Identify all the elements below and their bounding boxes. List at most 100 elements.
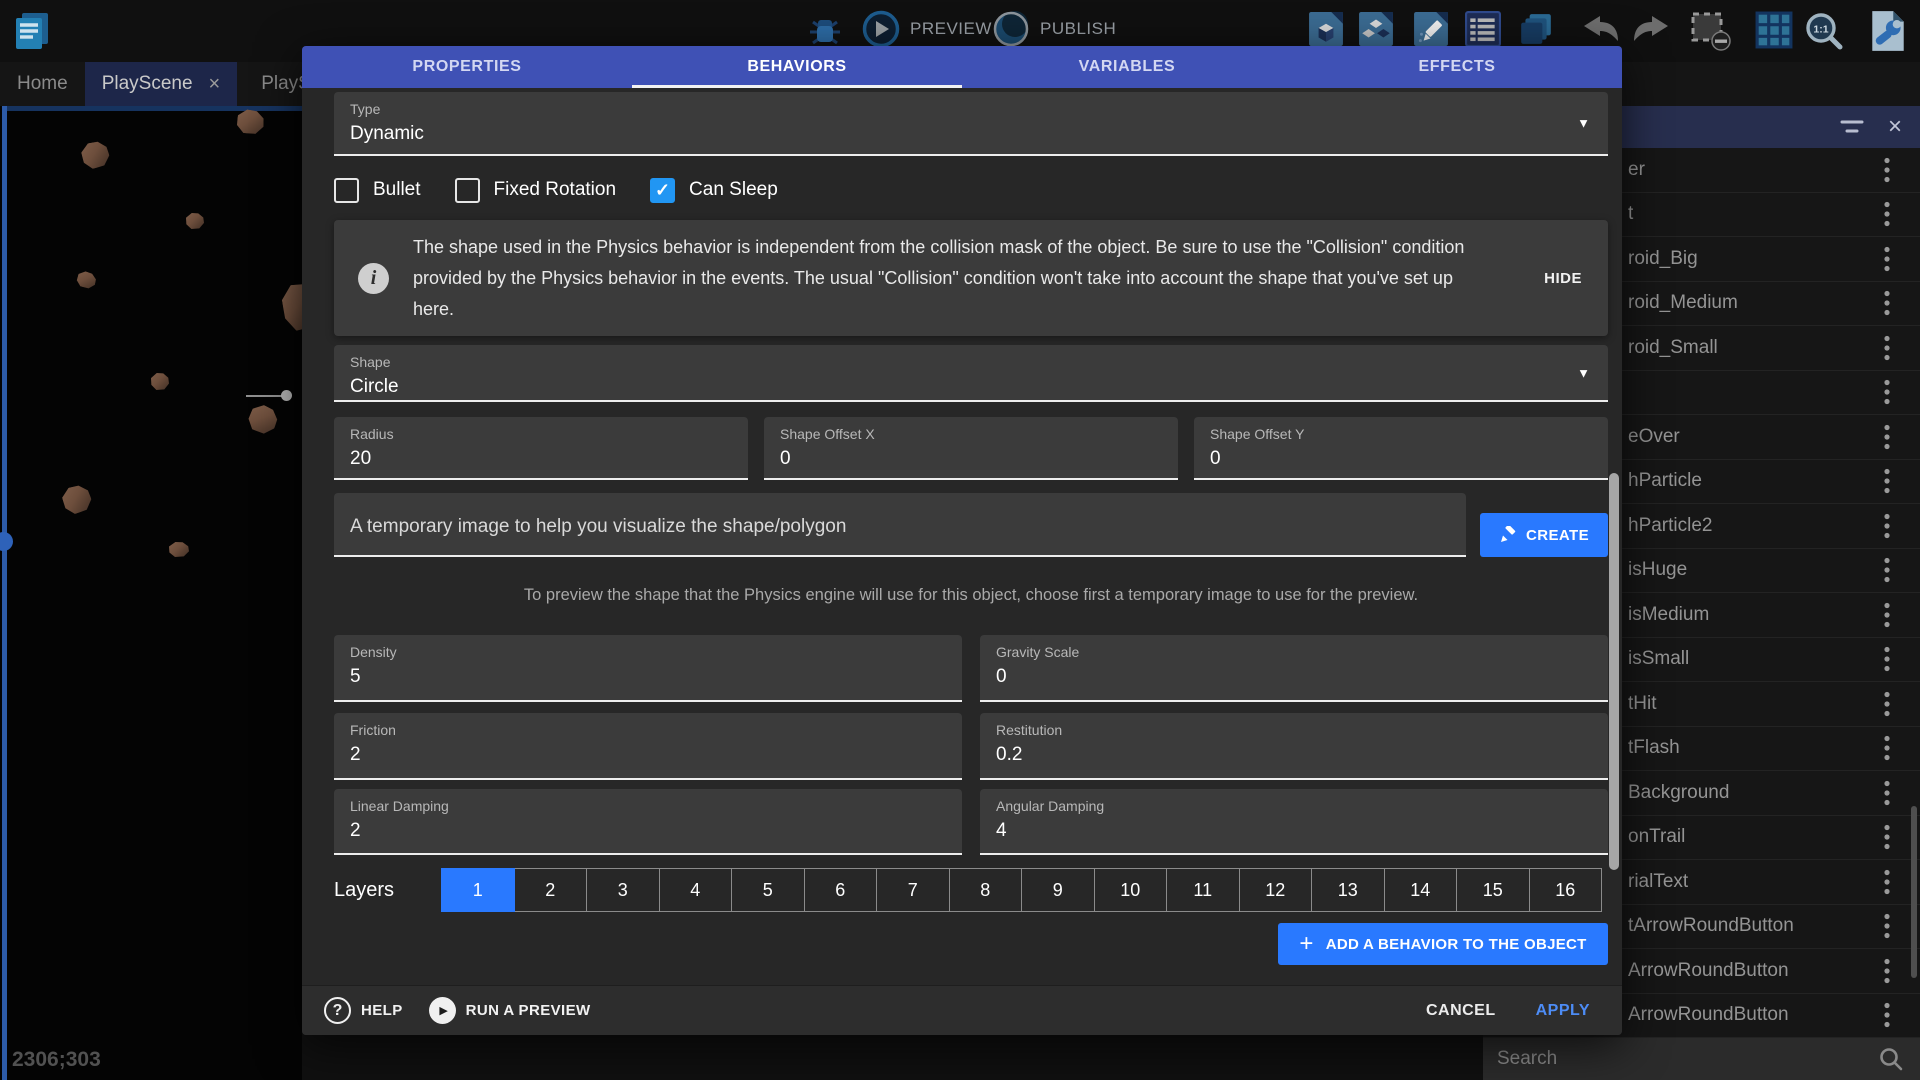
friction-label: Friction	[350, 722, 946, 738]
tab-properties[interactable]: PROPERTIES	[302, 46, 632, 88]
kebab-menu-icon[interactable]	[1884, 557, 1890, 583]
preview-button[interactable]: PREVIEW	[862, 10, 992, 48]
kebab-menu-icon[interactable]	[1884, 157, 1890, 183]
redo-button[interactable]	[1630, 14, 1672, 44]
gizmo-handle[interactable]	[281, 390, 292, 401]
asteroid-sprite[interactable]	[186, 213, 204, 229]
layer-button-7[interactable]: 7	[876, 868, 950, 912]
layer-button-5[interactable]: 5	[731, 868, 805, 912]
layer-button-14[interactable]: 14	[1384, 868, 1458, 912]
tab-effects[interactable]: EFFECTS	[1292, 46, 1622, 88]
create-button[interactable]: CREATE	[1480, 513, 1608, 557]
type-dropdown[interactable]: Type Dynamic	[334, 92, 1608, 156]
filter-icon[interactable]	[1840, 118, 1864, 136]
layer-button-13[interactable]: 13	[1311, 868, 1385, 912]
asteroid-sprite[interactable]	[245, 401, 282, 437]
open-layers-button[interactable]	[1518, 11, 1554, 47]
bullet-checkbox[interactable]: Bullet	[334, 178, 421, 203]
kebab-menu-icon[interactable]	[1884, 691, 1890, 717]
hide-button[interactable]: HIDE	[1544, 270, 1582, 287]
kebab-menu-icon[interactable]	[1884, 290, 1890, 316]
kebab-menu-icon[interactable]	[1884, 201, 1890, 227]
angular-damping-field[interactable]: Angular Damping 4	[980, 789, 1608, 855]
layer-button-15[interactable]: 15	[1456, 868, 1530, 912]
kebab-menu-icon[interactable]	[1884, 780, 1890, 806]
kebab-menu-icon[interactable]	[1884, 335, 1890, 361]
kebab-menu-icon[interactable]	[1884, 824, 1890, 850]
asteroid-sprite[interactable]	[169, 542, 189, 557]
publish-button[interactable]: PUBLISH	[992, 10, 1116, 48]
kebab-menu-icon[interactable]	[1884, 913, 1890, 939]
layer-button-2[interactable]: 2	[514, 868, 588, 912]
run-preview-button[interactable]: RUN A PREVIEW	[429, 997, 617, 1024]
layer-button-12[interactable]: 12	[1239, 868, 1313, 912]
density-field[interactable]: Density 5	[334, 635, 962, 702]
asteroid-sprite[interactable]	[60, 483, 94, 516]
layer-button-10[interactable]: 10	[1094, 868, 1168, 912]
tab-home[interactable]: Home	[0, 62, 85, 106]
asteroid-sprite[interactable]	[151, 373, 169, 390]
scene-canvas[interactable]: 2306;303	[0, 106, 302, 1080]
tab-behaviors[interactable]: BEHAVIORS	[632, 46, 962, 88]
edit-events-button[interactable]	[1465, 11, 1501, 47]
undo-button[interactable]	[1580, 14, 1622, 44]
panel-scrollbar[interactable]	[1911, 806, 1917, 978]
project-settings-button[interactable]	[1868, 9, 1908, 53]
shape-dropdown[interactable]: Shape Circle	[334, 345, 1608, 402]
layer-button-1[interactable]: 1	[441, 868, 515, 912]
object-name: rialText	[1628, 871, 1688, 893]
density-value: 5	[350, 666, 946, 688]
object-search-bar[interactable]: Search	[1483, 1038, 1920, 1080]
layer-button-11[interactable]: 11	[1166, 868, 1240, 912]
tab-variables[interactable]: VARIABLES	[962, 46, 1292, 88]
cancel-button[interactable]: CANCEL	[1426, 1002, 1496, 1020]
kebab-menu-icon[interactable]	[1884, 869, 1890, 895]
shape-offset-y-field[interactable]: Shape Offset Y 0	[1194, 417, 1608, 480]
restitution-field[interactable]: Restitution 0.2	[980, 713, 1608, 780]
kebab-menu-icon[interactable]	[1884, 513, 1890, 539]
apply-button[interactable]: APPLY	[1536, 1002, 1590, 1020]
kebab-menu-icon[interactable]	[1884, 602, 1890, 628]
layer-button-6[interactable]: 6	[804, 868, 878, 912]
toggle-grid-button[interactable]	[1755, 11, 1793, 49]
help-button[interactable]: HELP	[324, 997, 429, 1024]
edit-scene-button[interactable]	[1413, 11, 1449, 47]
layer-button-9[interactable]: 9	[1021, 868, 1095, 912]
debug-button[interactable]	[806, 14, 844, 48]
linear-damping-field[interactable]: Linear Damping 2	[334, 789, 962, 855]
layer-button-8[interactable]: 8	[949, 868, 1023, 912]
kebab-menu-icon[interactable]	[1884, 735, 1890, 761]
asteroid-sprite[interactable]	[235, 108, 265, 136]
clear-selection-button[interactable]	[1690, 11, 1734, 51]
kebab-menu-icon[interactable]	[1884, 958, 1890, 984]
kebab-menu-icon[interactable]	[1884, 424, 1890, 450]
edit-object-button[interactable]	[1308, 11, 1344, 47]
can-sleep-checkbox[interactable]: Can Sleep	[650, 178, 778, 203]
temporary-image-field[interactable]: A temporary image to help you visualize …	[334, 493, 1466, 557]
dialog-scrollbar[interactable]	[1609, 473, 1619, 870]
layer-button-3[interactable]: 3	[586, 868, 660, 912]
shape-offset-x-label: Shape Offset X	[780, 426, 1162, 442]
add-behavior-button[interactable]: ADD A BEHAVIOR TO THE OBJECT	[1278, 923, 1608, 965]
gravity-scale-field[interactable]: Gravity Scale 0	[980, 635, 1608, 702]
kebab-menu-icon[interactable]	[1884, 646, 1890, 672]
friction-field[interactable]: Friction 2	[334, 713, 962, 780]
kebab-menu-icon[interactable]	[1884, 468, 1890, 494]
zoom-reset-button[interactable]: 1:1	[1803, 10, 1845, 52]
layer-button-16[interactable]: 16	[1529, 868, 1603, 912]
asteroid-sprite[interactable]	[80, 139, 112, 170]
close-tab-icon[interactable]	[209, 74, 221, 94]
kebab-menu-icon[interactable]	[1884, 379, 1890, 405]
shape-offset-x-field[interactable]: Shape Offset X 0	[764, 417, 1178, 480]
close-panel-icon[interactable]	[1888, 115, 1902, 139]
kebab-menu-icon[interactable]	[1884, 246, 1890, 272]
asteroid-sprite[interactable]	[75, 269, 98, 290]
kebab-menu-icon[interactable]	[1884, 1002, 1890, 1028]
fixed-rotation-checkbox[interactable]: Fixed Rotation	[455, 178, 617, 203]
layer-button-4[interactable]: 4	[659, 868, 733, 912]
radius-field[interactable]: Radius 20	[334, 417, 748, 480]
tab-playscene-label: PlayScene	[102, 73, 193, 95]
project-manager-button[interactable]	[12, 10, 52, 52]
tab-playscene[interactable]: PlayScene	[85, 62, 238, 106]
edit-objects-group-button[interactable]	[1358, 11, 1394, 47]
